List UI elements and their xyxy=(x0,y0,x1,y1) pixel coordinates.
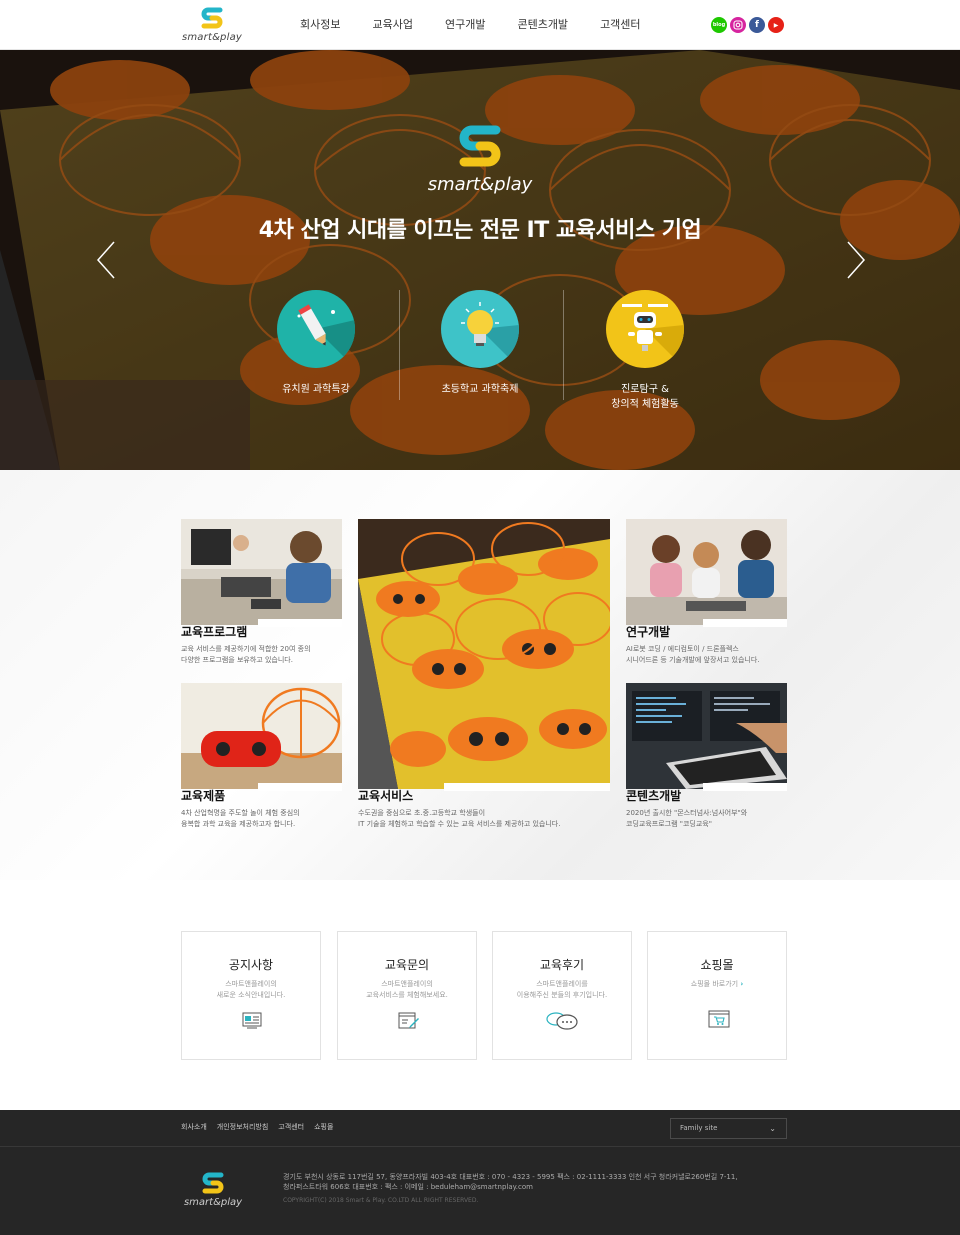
shop-box[interactable]: 쇼핑몰 쇼핑몰 바로가기 › xyxy=(647,931,787,1060)
card-desc-line1: 교육 서비스를 제공하기에 적합한 20여 종의 xyxy=(181,645,311,653)
notice-board-icon xyxy=(242,1012,262,1029)
address-line2: 청라퍼스트타워 606호 대표번호 : 팩스 : 이메일 : beduleham… xyxy=(283,1183,533,1191)
box-desc-line2: 교육서비스를 체험해보세요. xyxy=(366,991,448,999)
lightbulb-icon xyxy=(441,290,519,368)
hero-logo-text: smart&play xyxy=(427,174,533,195)
box-title: 공지사항 xyxy=(228,958,274,972)
divider xyxy=(399,290,400,400)
hero-title: 4차 산업 시대를 이끄는 전문 IT 교육서비스 기업 xyxy=(258,218,702,243)
chevron-left-icon[interactable] xyxy=(96,240,116,280)
youtube-icon[interactable]: ▶ xyxy=(768,17,784,33)
footer-link-privacy[interactable]: 개인정보처리방침 xyxy=(217,1122,269,1132)
feature-label-line1: 진로탐구 & xyxy=(621,384,669,395)
robot-icon xyxy=(606,290,684,368)
instagram-icon[interactable] xyxy=(730,17,746,33)
chat-bubbles-icon xyxy=(546,1012,578,1030)
card-desc-line2: 다양한 프로그램을 보유하고 있습니다. xyxy=(181,656,293,664)
box-desc-line1: 쇼핑몰 바로가기 xyxy=(690,980,739,988)
nav-company[interactable]: 회사정보 xyxy=(300,0,340,50)
copyright: COPYRIGHT(C) 2018 Smart & Play. CO.LTD A… xyxy=(283,1197,479,1204)
coding-laptop-image xyxy=(626,683,787,789)
logo-mark-icon xyxy=(202,1172,224,1194)
divider xyxy=(563,290,564,400)
feature-elementary[interactable]: 초등학교 과학축제 xyxy=(410,290,550,395)
card-desc-line2: 시니어드론 등 기술개발에 앞장서고 있습니다. xyxy=(626,656,760,664)
footer-logo-text: smart&play xyxy=(183,1197,243,1208)
address-line1: 경기도 부천시 상동로 117번길 57, 동양프라자빌 403-4호 대표번호… xyxy=(283,1173,738,1181)
footer-links-bar: 회사소개 개인정보처리방침 고객센터 쇼핑몰 Family site ⌄ xyxy=(0,1110,960,1147)
footer-logo: smart&play xyxy=(180,1171,246,1211)
logo[interactable]: smart&play xyxy=(180,6,244,46)
inquiry-box[interactable]: 교육문의 스마트앤플레이의 교육서비스를 체험해보세요. xyxy=(337,931,477,1060)
hero-logo: smart&play xyxy=(420,122,540,202)
pencil-rocket-icon xyxy=(277,290,355,368)
logo-mark-icon xyxy=(459,125,501,167)
card-desc-line1: 수도권을 중심으로 초.중.고등학교 학생들이 xyxy=(358,809,486,817)
chevron-right-icon: › xyxy=(740,980,744,988)
box-desc-line1: 스마트앤플레이를 xyxy=(536,980,588,988)
card-title: 콘텐츠개발 xyxy=(626,789,682,803)
review-box[interactable]: 교육후기 스마트앤플레이를 이용해주신 분들의 후기입니다. xyxy=(492,931,632,1060)
box-desc-line2: 새로운 소식안내입니다. xyxy=(216,991,286,999)
box-desc-line1: 스마트앤플레이의 xyxy=(225,980,277,988)
nav-research[interactable]: 연구개발 xyxy=(445,0,485,50)
drones-table-image xyxy=(358,519,610,789)
card-desc-line2: 융복합 과학 교육을 제공하고자 합니다. xyxy=(181,820,296,828)
card-desc-line1: 2020년 출시한 "몬스터넘사:넘사어부"와 xyxy=(626,809,748,817)
main-nav: 회사정보 교육사업 연구개발 콘텐츠개발 고객센터 xyxy=(300,0,673,50)
feature-label: 초등학교 과학축제 xyxy=(441,384,519,395)
family-site-label: Family site xyxy=(680,1124,718,1132)
chevron-down-icon: ⌄ xyxy=(769,1124,776,1133)
box-title: 쇼핑몰 xyxy=(700,958,734,972)
card-desc-line1: 4차 산업혁명을 주도할 놀이 체험 중심의 xyxy=(181,809,300,817)
chevron-right-icon[interactable] xyxy=(846,240,866,280)
feature-label: 유치원 과학특강 xyxy=(282,384,350,395)
nav-content[interactable]: 콘텐츠개발 xyxy=(517,0,568,50)
feature-career[interactable]: 진로탐구 & 창의적 체험활동 xyxy=(575,290,715,410)
card-title: 교육서비스 xyxy=(358,789,414,803)
box-desc-line2: 이용해주신 분들의 후기입니다. xyxy=(516,991,608,999)
box-title: 교육문의 xyxy=(384,958,430,972)
notice-box[interactable]: 공지사항 스마트앤플레이의 새로운 소식안내입니다. xyxy=(181,931,321,1060)
edit-form-icon xyxy=(398,1012,419,1029)
footer-info: smart&play 경기도 부천시 상동로 117번길 57, 동양프라자빌 … xyxy=(0,1147,960,1235)
footer-link-shop[interactable]: 쇼핑몰 xyxy=(314,1122,333,1132)
family-site-select[interactable]: Family site ⌄ xyxy=(670,1118,787,1139)
nav-support[interactable]: 고객센터 xyxy=(600,0,640,50)
card-title: 연구개발 xyxy=(626,625,671,639)
facebook-icon[interactable]: f xyxy=(749,17,765,33)
blog-icon[interactable]: blog xyxy=(711,17,727,33)
services-section: 교육프로그램 교육 서비스를 제공하기에 적합한 20여 종의 다양한 프로그램… xyxy=(0,470,960,880)
footer-link-support[interactable]: 고객센터 xyxy=(278,1122,304,1132)
hero-banner: smart&play 4차 산업 시대를 이끄는 전문 IT 교육서비스 기업 … xyxy=(0,50,960,470)
site-header: smart&play 회사정보 교육사업 연구개발 콘텐츠개발 고객센터 blo… xyxy=(0,0,960,50)
card-desc-line2: 코딩교육프로그램 "코딩교육" xyxy=(626,820,712,828)
quick-links: 공지사항 스마트앤플레이의 새로운 소식안내입니다. 교육문의 스마트앤플레이의… xyxy=(0,880,960,1110)
classroom-image xyxy=(181,519,342,625)
drone-controller-image xyxy=(181,683,342,789)
card-desc-line1: AI로봇 코딩 / 에디컴토이 / 드론플렉스 xyxy=(626,645,739,653)
box-desc-line1: 스마트앤플레이의 xyxy=(381,980,433,988)
footer-link-about[interactable]: 회사소개 xyxy=(181,1122,207,1132)
feature-kindergarten[interactable]: 유치원 과학특강 xyxy=(246,290,386,395)
card-title: 교육프로그램 xyxy=(181,625,248,639)
card-title: 교육제품 xyxy=(181,789,226,803)
logo-mark-icon xyxy=(201,7,223,29)
card-desc-line2: IT 기술을 체험하고 학습할 수 있는 교육 서비스를 제공하고 있습니다. xyxy=(358,820,561,828)
feature-label-line2: 창의적 체험활동 xyxy=(611,399,679,410)
logo-text: smart&play xyxy=(181,32,243,43)
box-title: 교육후기 xyxy=(539,958,585,972)
footer-links: 회사소개 개인정보처리방침 고객센터 쇼핑몰 xyxy=(181,1122,333,1132)
social-links: blog f ▶ xyxy=(711,17,784,33)
kids-robotics-image xyxy=(626,519,787,625)
company-info: 경기도 부천시 상동로 117번길 57, 동양프라자빌 403-4호 대표번호… xyxy=(283,1172,738,1206)
shopping-cart-icon xyxy=(708,1010,730,1028)
shop-link[interactable]: 쇼핑몰 바로가기 › xyxy=(648,979,786,990)
hero-overlay xyxy=(0,50,960,470)
nav-education[interactable]: 교육사업 xyxy=(372,0,412,50)
